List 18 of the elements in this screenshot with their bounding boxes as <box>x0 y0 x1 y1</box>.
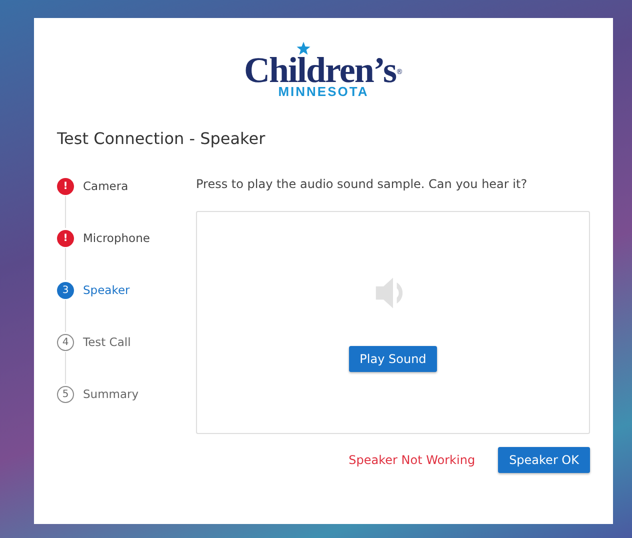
page-title: Test Connection - Speaker <box>57 129 266 148</box>
step-marker: 3 <box>57 282 74 298</box>
logo-wordmark: Children’s <box>244 54 396 86</box>
play-sound-button[interactable]: Play Sound <box>348 346 438 372</box>
step-label: Camera <box>83 179 128 193</box>
step-marker: 4 <box>57 334 74 350</box>
step-label: Summary <box>83 387 139 401</box>
speaker-ok-button[interactable]: Speaker OK <box>498 447 590 473</box>
step-label: Speaker <box>83 283 130 297</box>
step-marker: 5 <box>57 386 74 402</box>
speaker-not-working-link[interactable]: Speaker Not Working <box>348 453 476 467</box>
step-label: Test Call <box>83 335 131 349</box>
step-label: Microphone <box>83 231 150 245</box>
star-icon <box>296 41 311 56</box>
step-marker: ! <box>57 230 74 246</box>
instruction-text: Press to play the audio sound sample. Can you hear it? <box>196 176 528 192</box>
logo-subtitle: MINNESOTA <box>278 84 369 99</box>
step-marker: ! <box>57 178 74 194</box>
